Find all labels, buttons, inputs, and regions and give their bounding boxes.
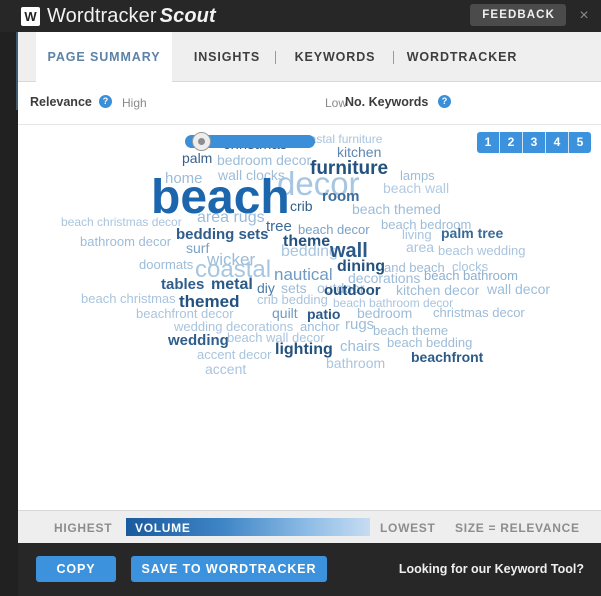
left-rail	[0, 0, 19, 596]
cloud-word[interactable]: accent decor	[197, 348, 271, 361]
footer-bar: COPY SAVE TO WORDTRACKER Looking for our…	[18, 543, 601, 596]
relevance-low-label: Low	[325, 96, 348, 110]
cloud-word[interactable]: tables	[161, 277, 204, 292]
cloud-word[interactable]: beach wall	[383, 181, 449, 195]
volume-label: VOLUME	[135, 521, 191, 535]
copy-button[interactable]: COPY	[36, 556, 116, 582]
no-keywords-help-icon[interactable]: ?	[438, 95, 451, 108]
feedback-button[interactable]: FEEDBACK	[470, 4, 566, 26]
tab-wordtracker[interactable]: WORDTRACKER	[394, 32, 530, 82]
relevance-slider[interactable]	[185, 132, 315, 151]
legend-bar: HIGHEST VOLUME LOWEST SIZE = RELEVANCE	[18, 510, 601, 543]
tab-keywords[interactable]: KEYWORDS	[276, 32, 394, 82]
app-title: Wordtracker Scout	[47, 4, 216, 29]
relevance-slider-thumb[interactable]	[192, 132, 211, 151]
cloud-word[interactable]: beach themed	[352, 202, 441, 216]
tab-bar: PAGE SUMMARY INSIGHTS KEYWORDS WORDTRACKER	[18, 32, 601, 82]
cloud-word[interactable]: bathroom decor	[80, 235, 171, 248]
controls-row: Relevance? High Low No. Keywords?	[18, 82, 601, 125]
cloud-word[interactable]: chairs	[340, 339, 380, 354]
wordtracker-logo-icon: W	[21, 7, 40, 26]
cloud-word[interactable]: beach bedding	[387, 336, 472, 349]
cloud-word[interactable]: beach wedding	[438, 244, 525, 257]
cloud-word[interactable]: metal	[211, 277, 253, 293]
keyword-count-4[interactable]: 4	[546, 132, 569, 153]
keyword-count-2[interactable]: 2	[500, 132, 523, 153]
app-title-accent: Scout	[159, 5, 216, 27]
cloud-word[interactable]: tree	[266, 219, 292, 234]
cloud-word[interactable]: kitchen	[337, 145, 381, 159]
cloud-word[interactable]: beach christmas decor	[61, 216, 182, 228]
cloud-word[interactable]: wedding	[168, 333, 229, 348]
cloud-word[interactable]: kitchen decor	[396, 283, 479, 297]
cloud-word[interactable]: accent	[205, 362, 246, 376]
cloud-word[interactable]: wall decor	[487, 282, 550, 296]
cloud-word[interactable]: area	[406, 240, 434, 254]
cloud-word[interactable]: beachfront	[411, 350, 483, 364]
volume-gradient-bar[interactable]: VOLUME	[126, 518, 370, 536]
keyword-count-5[interactable]: 5	[569, 132, 591, 153]
cloud-word[interactable]: crib	[290, 199, 313, 213]
legend-size-label: SIZE = RELEVANCE	[455, 521, 580, 535]
relevance-label: Relevance	[30, 95, 92, 109]
keyword-count-buttons: 12345	[477, 132, 591, 153]
legend-lowest-label: LOWEST	[380, 521, 436, 535]
keyword-count-3[interactable]: 3	[523, 132, 546, 153]
legend-highest-label: HIGHEST	[54, 521, 113, 535]
tab-page-summary[interactable]: PAGE SUMMARY	[36, 32, 172, 82]
cloud-word[interactable]: palm tree	[441, 226, 503, 240]
cloud-word[interactable]: quilt	[272, 306, 298, 320]
cloud-word[interactable]: area rugs	[197, 210, 265, 226]
wordtracker-scout-window: W Wordtracker Scout FEEDBACK × PAGE SUMMA…	[0, 0, 601, 596]
title-bar: W Wordtracker Scout FEEDBACK ×	[0, 0, 601, 32]
cloud-word[interactable]: lighting	[275, 342, 333, 358]
cloud-word[interactable]: surf	[186, 241, 209, 255]
relevance-help-icon[interactable]: ?	[99, 95, 112, 108]
cloud-word[interactable]: bathroom	[326, 356, 385, 370]
cloud-word[interactable]: palm	[182, 151, 212, 165]
no-keywords-label: No. Keywords	[345, 95, 429, 109]
cloud-word[interactable]: christmas decor	[433, 306, 525, 319]
cloud-word[interactable]: beach christmas	[81, 292, 176, 305]
relevance-high-label: High	[122, 96, 147, 110]
main-panel: PAGE SUMMARY INSIGHTS KEYWORDS WORDTRACKER …	[18, 32, 601, 543]
close-icon[interactable]: ×	[576, 8, 592, 24]
save-to-wordtracker-button[interactable]: SAVE TO WORDTRACKER	[131, 556, 327, 582]
keyword-tool-link[interactable]: Looking for our Keyword Tool?	[399, 562, 584, 576]
cloud-word[interactable]: doormats	[139, 258, 193, 271]
word-cloud: artchristmascoastal furniturepalmbedroom…	[18, 125, 601, 495]
tab-insights[interactable]: INSIGHTS	[178, 32, 276, 82]
keyword-count-1[interactable]: 1	[477, 132, 500, 153]
app-title-main: Wordtracker	[47, 5, 157, 27]
cloud-word[interactable]: rugs	[345, 317, 374, 332]
